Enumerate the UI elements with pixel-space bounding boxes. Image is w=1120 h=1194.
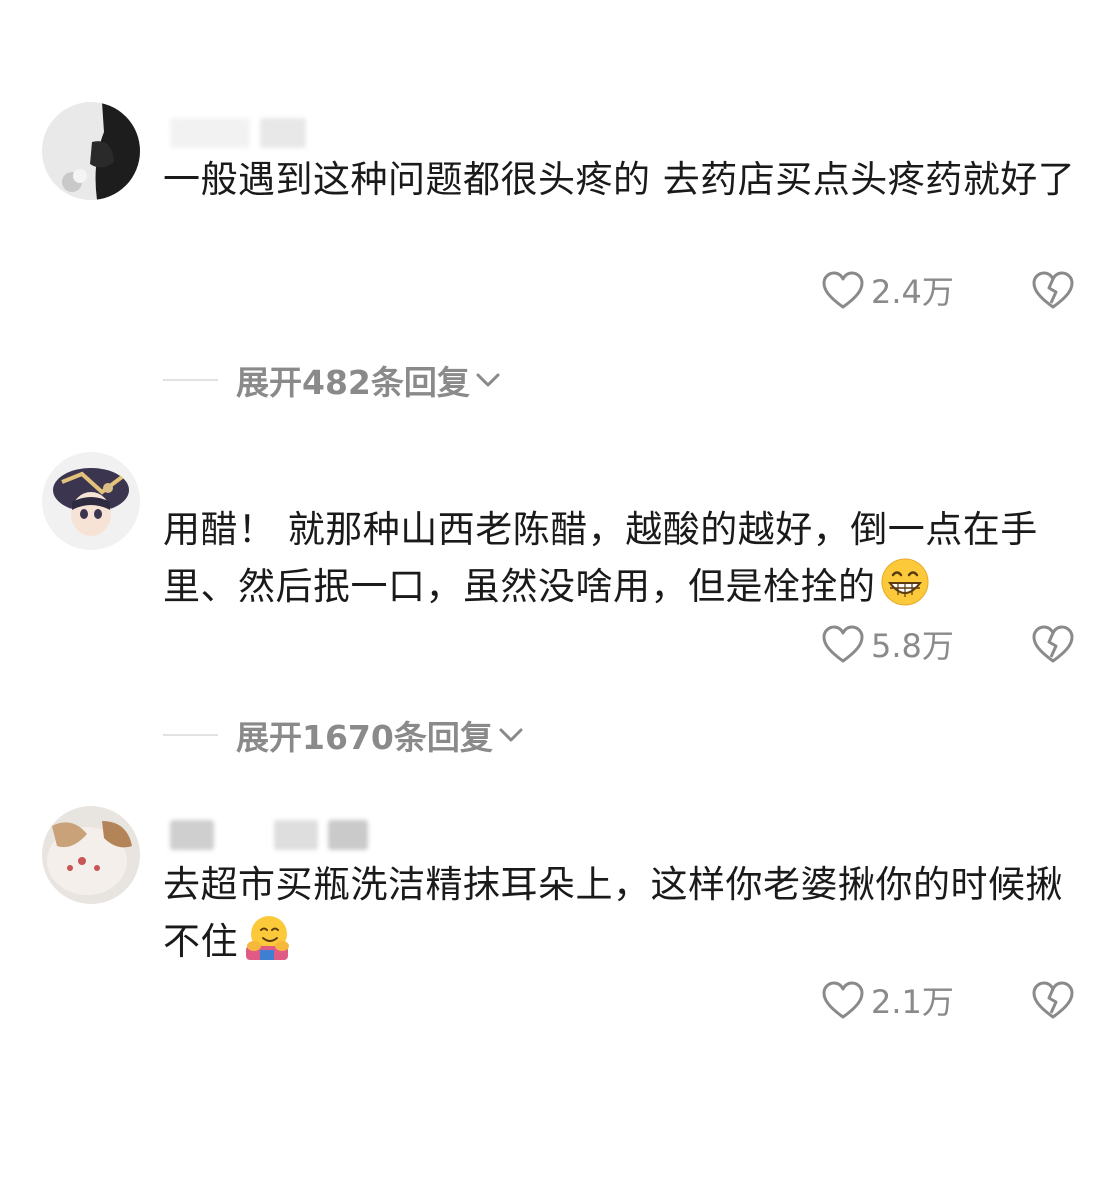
comment-text: 用醋！ 就那种山西老陈醋，越酸的越好，倒一点在手里、然后抿一口，虽然没啥用，但是… (163, 503, 1083, 614)
username-redacted (170, 820, 368, 850)
expand-replies-label: 展开1670条回复 (236, 718, 493, 757)
like-count: 2.4万 (871, 273, 954, 311)
avatar[interactable] (42, 102, 140, 200)
comment-text-content: 去超市买瓶洗洁精抹耳朵上，这样你老婆揪你的时候揪不住 (163, 863, 1063, 963)
comment-actions: 2.4万 (821, 268, 1075, 312)
expand-replies-button[interactable]: 展开482条回复 (163, 358, 502, 402)
grinning-face-emoji (881, 558, 928, 606)
like-button[interactable]: 2.4万 (821, 267, 971, 313)
username-redacted (170, 118, 306, 148)
hugging-face-emoji (246, 916, 289, 960)
heart-outline-icon (822, 625, 864, 663)
like-button[interactable]: 2.1万 (821, 977, 971, 1023)
chevron-down-icon (499, 728, 523, 742)
expand-replies-button[interactable]: 展开1670条回复 (163, 713, 525, 757)
avatar[interactable] (42, 452, 140, 550)
divider (163, 734, 218, 736)
comment-actions: 5.8万 (821, 622, 1075, 666)
chevron-down-icon (476, 373, 500, 387)
heart-outline-icon (822, 981, 864, 1019)
comment-text-content: 一般遇到这种问题都很头疼的 去药店买点头疼药就好了 (163, 158, 1076, 201)
like-count: 5.8万 (871, 627, 954, 665)
like-button[interactable]: 5.8万 (821, 621, 971, 667)
comment-text: 一般遇到这种问题都很头疼的 去药店买点头疼药就好了 (163, 153, 1083, 207)
broken-heart-icon[interactable] (1031, 270, 1075, 310)
like-count: 2.1万 (871, 983, 954, 1021)
comment-actions: 2.1万 (821, 978, 1075, 1022)
comment-text: 去超市买瓶洗洁精抹耳朵上，这样你老婆揪你的时候揪不住 (163, 858, 1083, 969)
heart-outline-icon (822, 271, 864, 309)
broken-heart-icon[interactable] (1031, 624, 1075, 664)
expand-replies-label: 展开482条回复 (236, 363, 470, 402)
broken-heart-icon[interactable] (1031, 980, 1075, 1020)
avatar[interactable] (42, 806, 140, 904)
divider (163, 379, 218, 381)
